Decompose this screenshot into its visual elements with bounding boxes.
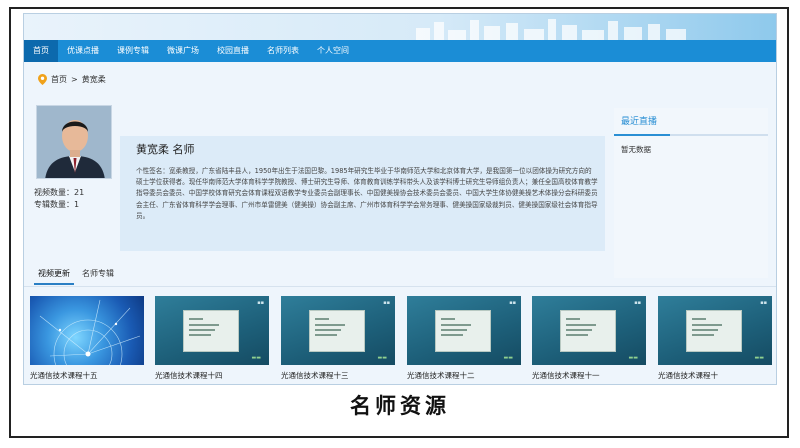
nav-item-personal-space[interactable]: 个人空间 xyxy=(308,40,358,62)
video-card[interactable]: ▪▪ ▬▬ 光通信技术课程十四 xyxy=(155,296,269,381)
content-tabs: 视频更新 名师专辑 xyxy=(34,268,118,285)
video-card[interactable]: 光通信技术课程十五 xyxy=(30,296,144,381)
video-count: 视频数量：21 xyxy=(34,188,85,197)
slide-preview-icon xyxy=(560,310,616,352)
nav-item-micro-lessons[interactable]: 微课广场 xyxy=(158,40,208,62)
thumbnail-tag-icon: ▪▪ xyxy=(509,300,516,306)
slide-preview-icon xyxy=(309,310,365,352)
video-card[interactable]: ▪▪ ▬▬ 光通信技术课程十三 xyxy=(281,296,395,381)
network-globe-icon xyxy=(39,299,141,365)
tabs-divider xyxy=(24,286,776,287)
thumbnail-footer-icon: ▬▬ xyxy=(251,355,261,361)
no-data-text: 暂无数据 xyxy=(621,145,651,154)
video-thumbnail[interactable]: ▪▪ ▬▬ xyxy=(407,296,521,365)
teacher-avatar xyxy=(36,105,112,179)
thumbnail-tag-icon: ▪▪ xyxy=(383,300,390,306)
recent-live-panel: 最近直播 暂无数据 xyxy=(614,108,768,278)
video-card[interactable]: ▪▪ ▬▬ 光通信技术课程十一 xyxy=(532,296,646,381)
tab-teacher-albums[interactable]: 名师专辑 xyxy=(78,268,118,285)
tab-video-updates[interactable]: 视频更新 xyxy=(34,268,74,285)
city-skyline-icon xyxy=(416,19,686,40)
video-thumbnail[interactable]: ▪▪ ▬▬ xyxy=(281,296,395,365)
teacher-stats: 视频数量：21 专辑数量：1 xyxy=(34,187,84,211)
nav-item-teacher-list[interactable]: 名师列表 xyxy=(258,40,308,62)
main-nav: 首页 优课点播 课例专辑 微课广场 校园直播 名师列表 个人空间 xyxy=(24,40,776,62)
teacher-name: 黄宽柔 名师 xyxy=(136,143,195,156)
video-grid: 光通信技术课程十五 ▪▪ ▬▬ 光通信技术课程十四 ▪▪ ▬▬ 光通信技术课程十… xyxy=(30,296,776,384)
video-title[interactable]: 光通信技术课程十五 xyxy=(30,370,144,381)
video-thumbnail[interactable]: ▪▪ ▬▬ xyxy=(532,296,646,365)
nav-item-lesson-albums[interactable]: 课例专辑 xyxy=(108,40,158,62)
thumbnail-tag-icon: ▪▪ xyxy=(634,300,641,306)
thumbnail-footer-icon: ▬▬ xyxy=(754,355,764,361)
album-count: 专辑数量：1 xyxy=(34,200,80,209)
slide-caption: 名师资源 xyxy=(350,393,450,418)
thumbnail-footer-icon: ▬▬ xyxy=(377,355,387,361)
video-card[interactable]: ▪▪ ▬▬ 光通信技术课程十二 xyxy=(407,296,521,381)
breadcrumb-home-link[interactable]: 首页 xyxy=(51,74,67,85)
video-thumbnail[interactable]: ▪▪ ▬▬ xyxy=(155,296,269,365)
slide-preview-icon xyxy=(435,310,491,352)
video-thumbnail[interactable] xyxy=(30,296,144,365)
slide-preview-icon xyxy=(686,310,742,352)
nav-item-home[interactable]: 首页 xyxy=(24,40,58,62)
nav-item-campus-live[interactable]: 校园直播 xyxy=(208,40,258,62)
video-title[interactable]: 光通信技术课程十四 xyxy=(155,370,269,381)
video-card[interactable]: ▪▪ ▬▬ 光通信技术课程十 xyxy=(658,296,772,381)
thumbnail-footer-icon: ▬▬ xyxy=(628,355,638,361)
recent-live-active-bar xyxy=(614,134,670,136)
video-thumbnail[interactable]: ▪▪ ▬▬ xyxy=(658,296,772,365)
slide-preview-icon xyxy=(183,310,239,352)
header-banner xyxy=(24,14,776,40)
browser-screenshot: 首页 优课点播 课例专辑 微课广场 校园直播 名师列表 个人空间 首页 > 黄宽… xyxy=(23,13,777,385)
thumbnail-footer-icon: ▬▬ xyxy=(503,355,513,361)
video-title[interactable]: 光通信技术课程十 xyxy=(658,370,772,381)
teacher-portrait-icon xyxy=(37,106,111,178)
teacher-bio: 个性签名：宽柔教授，广东省陆丰县人，1950年出生于法国巴黎。1985年研究生毕… xyxy=(136,167,598,220)
thumbnail-tag-icon: ▪▪ xyxy=(257,300,264,306)
thumbnail-tag-icon: ▪▪ xyxy=(760,300,767,306)
breadcrumb-current: 黄宽柔 xyxy=(81,75,106,84)
nav-item-on-demand[interactable]: 优课点播 xyxy=(58,40,108,62)
breadcrumb: 首页 > 黄宽柔 xyxy=(38,74,106,85)
video-title[interactable]: 光通信技术课程十一 xyxy=(532,370,646,381)
location-pin-icon xyxy=(38,74,47,85)
video-title[interactable]: 光通信技术课程十二 xyxy=(407,370,521,381)
recent-live-title[interactable]: 最近直播 xyxy=(621,114,657,127)
breadcrumb-separator: > xyxy=(71,75,78,84)
video-title[interactable]: 光通信技术课程十三 xyxy=(281,370,395,381)
